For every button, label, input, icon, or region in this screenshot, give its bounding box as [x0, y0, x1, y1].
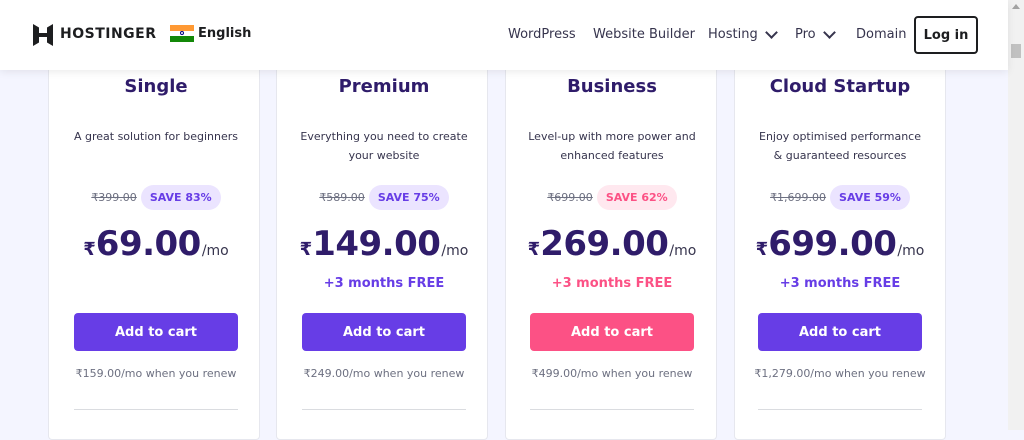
renewal-price: ₹499.00/mo when you renew	[531, 367, 693, 380]
chevron-down-icon	[764, 25, 778, 39]
price-period: /mo	[201, 243, 229, 259]
divider	[758, 409, 922, 410]
plan-description-line: enhanced features	[560, 149, 664, 162]
price-amount: 69.00	[95, 224, 202, 264]
price-period: /mo	[897, 243, 925, 259]
nav-website-builder[interactable]: Website Builder	[593, 27, 695, 42]
save-badge: SAVE 59%	[830, 185, 910, 210]
renewal-price: ₹249.00/mo when you renew	[303, 367, 465, 380]
currency-symbol: ₹	[527, 239, 541, 260]
old-price: ₹399.00	[91, 191, 137, 204]
scrollbar-thumb[interactable]	[1011, 44, 1021, 58]
nav-domain[interactable]: Domain	[856, 27, 906, 42]
divider	[74, 409, 238, 410]
nav-label: Hosting	[708, 27, 758, 42]
plan-description-line: Everything you need to create	[300, 130, 468, 143]
nav-label: Website Builder	[593, 27, 695, 42]
login-button[interactable]: Log in	[914, 16, 978, 54]
plan-title: Premium	[338, 76, 430, 97]
currency-symbol: ₹	[83, 239, 96, 260]
price-amount: 269.00	[540, 224, 669, 264]
currency-symbol: ₹	[755, 239, 769, 260]
price: ₹ 149.00 /mo	[270, 224, 498, 264]
plan-description: Level-up with more power and enhanced fe…	[498, 127, 726, 165]
old-price-row: ₹399.00 SAVE 83%	[42, 185, 270, 210]
nav-hosting[interactable]: Hosting	[708, 25, 778, 42]
site-header: HOSTINGER English WordPress Website Buil…	[0, 0, 1008, 70]
price: ₹ 699.00 /mo	[726, 224, 954, 264]
plan-title: Business	[567, 76, 657, 97]
price: ₹ 69.00 /mo	[42, 224, 270, 264]
save-badge: SAVE 75%	[368, 185, 449, 210]
plan-description-line: your website	[348, 149, 420, 162]
hostinger-logo-icon[interactable]	[32, 24, 54, 46]
price-period: /mo	[669, 243, 697, 259]
old-price-row: ₹589.00 SAVE 75%	[270, 185, 498, 210]
add-to-cart-button[interactable]: Add to cart	[74, 313, 238, 351]
nav-wordpress[interactable]: WordPress	[508, 27, 576, 42]
free-months-offer: +3 months FREE	[323, 276, 445, 291]
plan-description-line: & guaranteed resources	[773, 149, 907, 162]
free-months-offer: +3 months FREE	[779, 276, 901, 291]
plan-description: Everything you need to create your websi…	[270, 127, 498, 165]
divider	[530, 409, 694, 410]
language-label: English	[198, 26, 252, 41]
scroll-up-arrow-icon[interactable]	[1012, 4, 1020, 9]
price-period: /mo	[441, 243, 469, 259]
add-to-cart-button[interactable]: Add to cart	[530, 313, 694, 351]
old-price-row: ₹699.00 SAVE 62%	[498, 185, 726, 210]
old-price: ₹699.00	[547, 191, 593, 204]
currency-symbol: ₹	[299, 239, 313, 260]
brand-name[interactable]: HOSTINGER	[60, 26, 157, 42]
nav-label: Domain	[856, 27, 907, 42]
old-price: ₹1,699.00	[770, 191, 827, 204]
plan-title: Cloud Startup	[769, 76, 911, 97]
language-selector[interactable]: English	[170, 25, 251, 42]
plan-description: A great solution for beginners	[42, 127, 270, 146]
india-flag-icon	[170, 25, 194, 42]
plan-description-line: Level-up with more power and	[528, 130, 696, 143]
plan-description-line: Enjoy optimised performance	[759, 130, 921, 143]
save-badge: SAVE 83%	[140, 185, 221, 210]
save-badge: SAVE 62%	[596, 185, 677, 210]
renewal-price: ₹1,279.00/mo when you renew	[754, 367, 926, 380]
add-to-cart-button[interactable]: Add to cart	[302, 313, 466, 351]
old-price-row: ₹1,699.00 SAVE 59%	[726, 185, 954, 210]
chevron-down-icon	[822, 25, 836, 39]
add-to-cart-button[interactable]: Add to cart	[758, 313, 922, 351]
nav-label: WordPress	[508, 27, 576, 42]
old-price: ₹589.00	[319, 191, 365, 204]
divider	[302, 409, 466, 410]
plan-title: Single	[124, 76, 188, 97]
price-amount: 149.00	[312, 224, 441, 264]
nav-label: Pro	[795, 27, 816, 42]
price: ₹ 269.00 /mo	[498, 224, 726, 264]
free-months-offer: +3 months FREE	[551, 276, 673, 291]
nav-pro[interactable]: Pro	[795, 25, 836, 42]
plan-description: Enjoy optimised performance & guaranteed…	[726, 127, 954, 165]
scrollbar[interactable]	[1008, 0, 1024, 430]
price-amount: 699.00	[768, 224, 897, 264]
plan-description-line: A great solution for beginners	[73, 130, 239, 143]
renewal-price: ₹159.00/mo when you renew	[75, 367, 237, 380]
